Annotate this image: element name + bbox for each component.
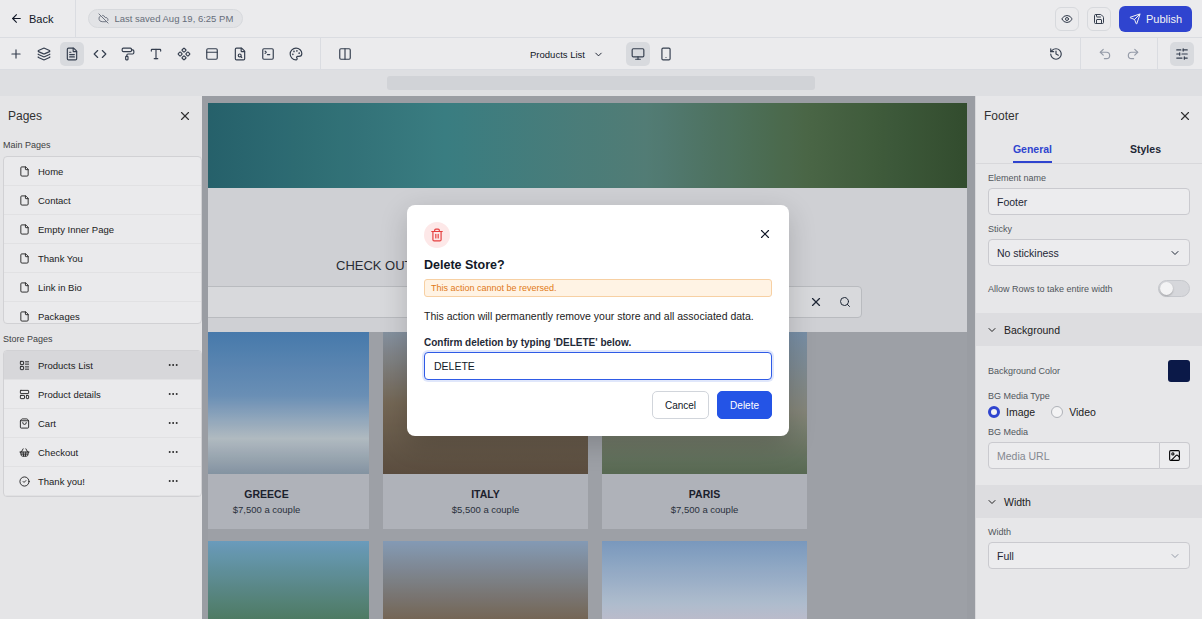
site-builder: BackLast saved Aug 19, 6:25 PMPublishPro… [0, 0, 1202, 619]
dialog-message: This action will permanently remove your… [424, 310, 772, 322]
delete-button[interactable]: Delete [717, 391, 772, 419]
confirm-input[interactable] [424, 352, 772, 380]
dialog-title: Delete Store? [424, 258, 772, 273]
dialog-buttons: Cancel Delete [424, 391, 772, 419]
modal-backdrop[interactable]: Delete Store? This action cannot be rever… [0, 0, 1202, 619]
confirm-label: Confirm deletion by typing 'DELETE' belo… [424, 337, 772, 349]
dialog-warning: This action cannot be reversed. [424, 279, 772, 297]
cancel-button[interactable]: Cancel [652, 391, 709, 419]
dialog-close-button[interactable] [758, 227, 772, 241]
delete-store-dialog: Delete Store? This action cannot be rever… [407, 205, 789, 436]
trash-icon [430, 228, 444, 242]
trash-badge [424, 222, 450, 248]
close-icon [758, 227, 772, 241]
